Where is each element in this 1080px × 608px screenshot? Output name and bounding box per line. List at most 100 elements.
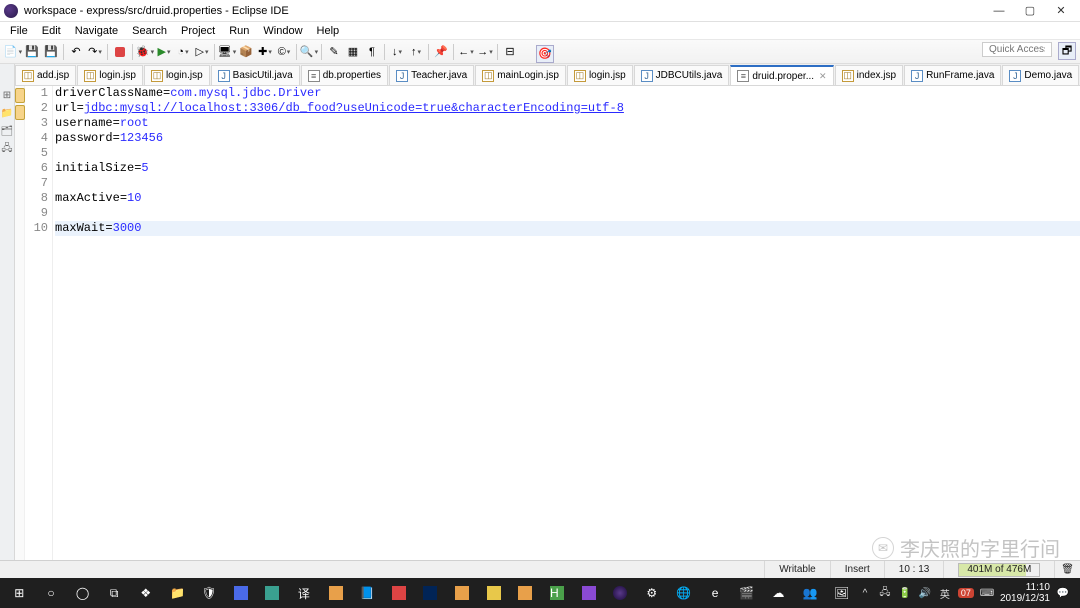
code-line[interactable]: maxActive=10: [55, 191, 1080, 206]
status-gc-button[interactable]: 🗑: [1054, 561, 1080, 578]
code-line[interactable]: driverClassName=com.mysql.jdbc.Driver: [55, 86, 1080, 101]
servers-icon[interactable]: 🖧: [0, 142, 14, 156]
restore-view-icon[interactable]: ⊞: [0, 88, 14, 102]
menu-file[interactable]: File: [4, 24, 34, 38]
collapse-all-button[interactable]: ⊟: [501, 43, 519, 61]
powershell-button[interactable]: [415, 579, 446, 607]
pin-editor-button[interactable]: 📌: [432, 43, 450, 61]
taskbar-app-12[interactable]: [510, 579, 541, 607]
tray-network-icon[interactable]: 🖧: [878, 586, 892, 600]
toggle-mark-button[interactable]: ✎: [325, 43, 343, 61]
save-all-button[interactable]: 💾: [42, 43, 60, 61]
editor-tab[interactable]: ◫login.jsp: [77, 65, 143, 85]
new-button[interactable]: 📄: [4, 43, 22, 61]
search-taskbar-button[interactable]: ○: [36, 579, 67, 607]
action-center-icon[interactable]: 💬: [1056, 586, 1070, 600]
breakpoint-ruler[interactable]: [15, 86, 25, 560]
taskbar-app-5[interactable]: 译: [289, 579, 320, 607]
hbuilder-button[interactable]: H: [542, 579, 573, 607]
new-java-button[interactable]: ✚: [256, 43, 274, 61]
next-annotation-button[interactable]: ↓: [388, 43, 406, 61]
editor-body[interactable]: 12345678910 driverClassName=com.mysql.jd…: [15, 86, 1080, 560]
taskbar-app-19[interactable]: ☁: [763, 579, 794, 607]
taskbar-app-4[interactable]: [257, 579, 288, 607]
editor-tab[interactable]: ◫mainLogin.jsp: [475, 65, 566, 85]
show-whitespace-button[interactable]: ¶: [363, 43, 381, 61]
menu-window[interactable]: Window: [257, 24, 308, 38]
java-ee-perspective-button[interactable]: 🎯: [536, 45, 554, 63]
search-button[interactable]: 🔍: [300, 43, 318, 61]
cortana-button[interactable]: ◯: [67, 579, 98, 607]
editor-tab[interactable]: JBasicUtil.java: [211, 65, 300, 85]
quick-access-input[interactable]: [982, 42, 1052, 57]
undo-button[interactable]: ↶: [67, 43, 85, 61]
code-line[interactable]: [55, 206, 1080, 221]
taskbar-app-7[interactable]: 📘: [352, 579, 383, 607]
editor-tab[interactable]: ◫add.jsp: [15, 65, 76, 85]
project-explorer-icon[interactable]: 📁: [0, 106, 14, 120]
new-server-button[interactable]: 🖥: [218, 43, 236, 61]
redo-button[interactable]: ↷: [86, 43, 104, 61]
coverage-button[interactable]: ◔: [174, 43, 192, 61]
code-line[interactable]: password=123456: [55, 131, 1080, 146]
tray-chevron-icon[interactable]: ^: [858, 586, 872, 600]
debug-button[interactable]: 🐞: [136, 43, 154, 61]
taskbar-app-11[interactable]: [478, 579, 509, 607]
minimize-button[interactable]: —: [984, 1, 1014, 21]
tray-battery-icon[interactable]: 🔋: [898, 586, 912, 600]
tray-volume-icon[interactable]: 🔊: [918, 586, 932, 600]
code-line[interactable]: url=jdbc:mysql://localhost:3306/db_food?…: [55, 101, 1080, 116]
code-content[interactable]: driverClassName=com.mysql.jdbc.Driverurl…: [53, 86, 1080, 560]
navigator-icon[interactable]: 🗂: [0, 124, 14, 138]
run-button[interactable]: ▶: [155, 43, 173, 61]
visual-studio-button[interactable]: [573, 579, 604, 607]
tray-clock[interactable]: 11:10 2019/12/31: [1000, 582, 1050, 604]
toggle-block-button[interactable]: ▦: [344, 43, 362, 61]
tray-notification-badge[interactable]: 07: [958, 588, 974, 598]
back-button[interactable]: ←: [457, 43, 475, 61]
tray-keyboard-icon[interactable]: ⌨: [980, 586, 994, 600]
editor-tab[interactable]: JTeacher.java: [389, 65, 474, 85]
code-line[interactable]: [55, 146, 1080, 161]
task-view-button[interactable]: ⧉: [99, 579, 130, 607]
menu-project[interactable]: Project: [175, 24, 221, 38]
editor-tab[interactable]: ◫index.jsp: [835, 65, 903, 85]
tray-ime-indicator[interactable]: 英: [938, 586, 952, 600]
menu-help[interactable]: Help: [311, 24, 346, 38]
forward-button[interactable]: →: [476, 43, 494, 61]
file-explorer-button[interactable]: 📁: [162, 579, 193, 607]
run-last-button[interactable]: ▷: [193, 43, 211, 61]
photos-button[interactable]: 🖼: [826, 579, 857, 607]
code-line[interactable]: initialSize=5: [55, 161, 1080, 176]
taskbar-app-10[interactable]: [447, 579, 478, 607]
editor-tab[interactable]: JRunFrame.java: [904, 65, 1001, 85]
taskbar-app-1[interactable]: ❖: [131, 579, 162, 607]
eclipse-taskbar-button[interactable]: [605, 579, 636, 607]
chrome-button[interactable]: 🌐: [668, 579, 699, 607]
code-line[interactable]: maxWait=3000: [55, 221, 1080, 236]
settings-button[interactable]: ⚙: [637, 579, 668, 607]
taskbar-app-20[interactable]: 👥: [795, 579, 826, 607]
prev-annotation-button[interactable]: ↑: [407, 43, 425, 61]
build-button[interactable]: 📦: [237, 43, 255, 61]
close-button[interactable]: ✕: [1046, 1, 1076, 21]
taskbar-app-6[interactable]: [320, 579, 351, 607]
taskbar-app-3[interactable]: [225, 579, 256, 607]
taskbar-app-18[interactable]: 🎬: [731, 579, 762, 607]
edge-button[interactable]: e: [700, 579, 731, 607]
editor-tab[interactable]: ◫login.jsp: [567, 65, 633, 85]
editor-tab[interactable]: JDemo.java: [1002, 65, 1079, 85]
editor-tab[interactable]: ◫login.jsp: [144, 65, 210, 85]
code-line[interactable]: [55, 176, 1080, 191]
menu-edit[interactable]: Edit: [36, 24, 67, 38]
code-line[interactable]: username=root: [55, 116, 1080, 131]
start-button[interactable]: ⊞: [4, 579, 35, 607]
open-perspective-button[interactable]: 🗗: [1058, 42, 1076, 60]
tab-close-icon[interactable]: ✕: [819, 71, 827, 82]
taskbar-app-8[interactable]: [384, 579, 415, 607]
taskbar-app-2[interactable]: 🛡: [194, 579, 225, 607]
new-class-button[interactable]: ©: [275, 43, 293, 61]
save-button[interactable]: 💾: [23, 43, 41, 61]
editor-tab[interactable]: JJDBCUtils.java: [634, 65, 730, 85]
menu-search[interactable]: Search: [126, 24, 173, 38]
